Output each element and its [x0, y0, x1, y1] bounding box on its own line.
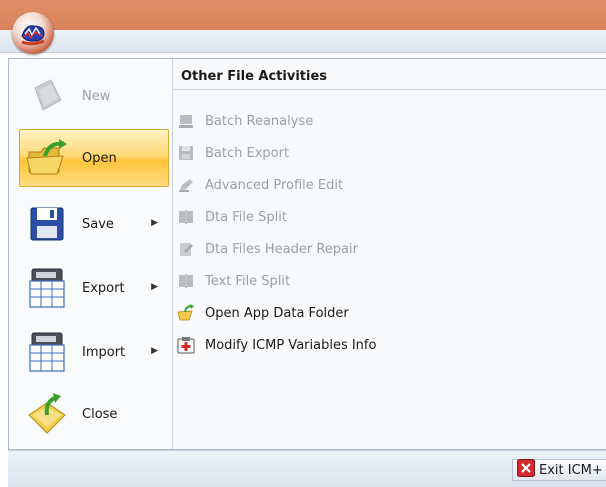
save-button[interactable]: Save ▶: [19, 195, 169, 253]
export-label: Export: [82, 280, 125, 296]
open-app-data-folder-item[interactable]: Open App Data Folder: [177, 301, 349, 325]
heading-divider: [173, 89, 606, 90]
save-submenu-arrow-icon: ▶: [151, 218, 158, 228]
open-label: Open: [82, 150, 117, 166]
import-icon: [24, 329, 70, 375]
folder-open-icon: [177, 304, 195, 322]
import-submenu-arrow-icon: ▶: [151, 346, 158, 356]
export-icon: [24, 265, 70, 311]
file-split-icon: [177, 208, 195, 226]
open-app-data-folder-label: Open App Data Folder: [205, 305, 349, 321]
text-file-split-label: Text File Split: [205, 273, 291, 289]
batch-reanalyse-label: Batch Reanalyse: [205, 113, 314, 129]
exit-button[interactable]: Exit ICM+: [512, 459, 606, 481]
new-label: New: [82, 88, 111, 104]
advanced-profile-edit-label: Advanced Profile Edit: [205, 177, 344, 193]
ribbon-tab-strip: [0, 30, 606, 53]
advanced-profile-edit-item[interactable]: Advanced Profile Edit: [177, 173, 343, 197]
import-label: Import: [82, 344, 126, 360]
dta-files-header-repair-item[interactable]: Dta Files Header Repair: [177, 237, 358, 261]
floppy-disk-icon: [24, 201, 70, 247]
file-commands-pane: New Open Save ▶ Export ▶ Import ▶ Close: [9, 59, 173, 449]
batch-export-icon: [177, 144, 195, 162]
dta-files-header-repair-label: Dta Files Header Repair: [205, 241, 358, 257]
text-file-split-item[interactable]: Text File Split: [177, 269, 290, 293]
menu-footer: Exit ICM+: [8, 450, 606, 487]
app-orb-logo-icon[interactable]: [12, 12, 54, 54]
exit-x-icon: [517, 459, 535, 481]
dta-file-split-item[interactable]: Dta File Split: [177, 205, 287, 229]
profile-edit-icon: [177, 176, 195, 194]
panel-heading: Other File Activities: [181, 69, 328, 84]
modify-icmp-variables-info-item[interactable]: Modify ICMP Variables Info: [177, 333, 376, 357]
batch-reanalyse-item[interactable]: Batch Reanalyse: [177, 109, 313, 133]
save-label: Save: [82, 216, 114, 232]
title-bar: [0, 0, 606, 30]
dta-file-split-label: Dta File Split: [205, 209, 287, 225]
text-split-icon: [177, 272, 195, 290]
open-folder-icon: [24, 135, 70, 181]
import-button[interactable]: Import ▶: [19, 323, 169, 381]
modify-icmp-variables-info-label: Modify ICMP Variables Info: [205, 337, 377, 353]
export-button[interactable]: Export ▶: [19, 259, 169, 317]
variables-info-icon: [177, 336, 195, 354]
close-button[interactable]: Close: [19, 385, 169, 443]
header-repair-icon: [177, 240, 195, 258]
application-menu: New Open Save ▶ Export ▶ Import ▶ Close …: [8, 58, 606, 450]
batch-export-item[interactable]: Batch Export: [177, 141, 289, 165]
close-folder-icon: [24, 391, 70, 437]
new-document-icon: [24, 73, 70, 119]
close-label: Close: [82, 406, 118, 422]
export-submenu-arrow-icon: ▶: [151, 282, 158, 292]
new-button[interactable]: New: [19, 67, 169, 125]
open-button[interactable]: Open: [19, 129, 169, 187]
batch-reanalyse-icon: [177, 112, 195, 130]
exit-label: Exit ICM+: [539, 462, 603, 478]
other-file-activities-pane: Other File Activities Batch Reanalyse Ba…: [173, 59, 606, 449]
batch-export-label: Batch Export: [205, 145, 290, 161]
